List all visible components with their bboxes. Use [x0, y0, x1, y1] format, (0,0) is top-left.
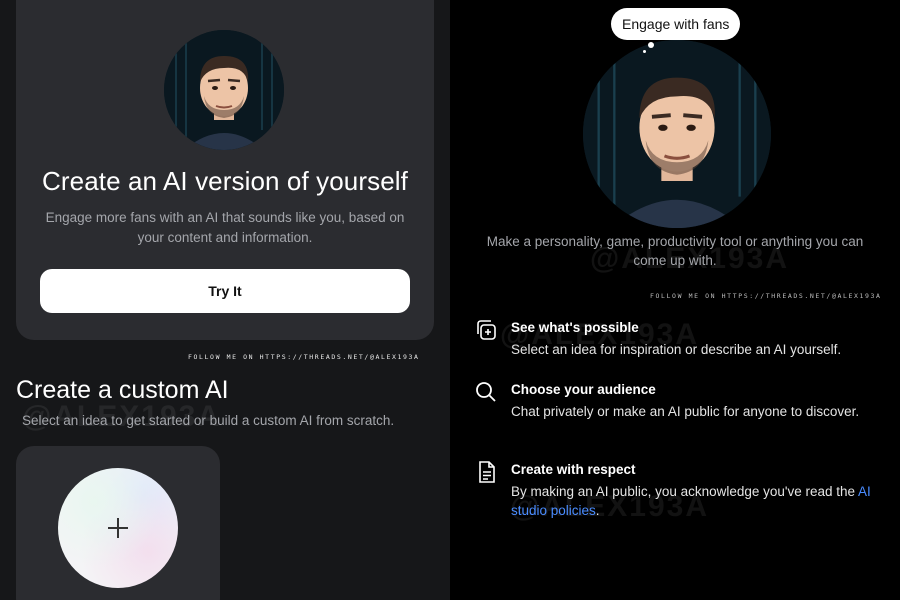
feature-description: By making an AI public, you acknowledge … [511, 482, 881, 520]
feature-description: Select an idea for inspiration or descri… [511, 342, 842, 357]
try-it-button[interactable]: Try It [40, 269, 410, 313]
watermark-text: FOLLOW ME ON HTTPS://THREADS.NET/@ALEX19… [188, 353, 420, 361]
ai-version-card: Create an AI version of yourself Engage … [16, 0, 434, 340]
speech-bubble: Engage with fans [611, 8, 741, 40]
add-copy-icon [474, 318, 498, 342]
plus-icon [108, 518, 128, 538]
section-description: Select an idea to get started or build a… [22, 413, 395, 428]
search-icon [474, 380, 498, 404]
custom-ai-card[interactable] [16, 446, 220, 600]
feature-title: Create with respect [511, 462, 636, 477]
feature-title: Choose your audience [511, 382, 656, 397]
creator-avatar [164, 30, 284, 150]
left-screen: @ALEX193A @ALEX193A Create an AI ver [0, 0, 450, 600]
feature-description-text: By making an AI public, you acknowledge … [511, 484, 859, 499]
creator-avatar-large [583, 40, 771, 228]
avatar-illustration [164, 30, 284, 150]
avatar-illustration [583, 40, 771, 228]
card-title: Create an AI version of yourself [42, 166, 408, 196]
feature-description-suffix: . [595, 503, 600, 518]
watermark-text: FOLLOW ME ON HTTPS://THREADS.NET/@ALEX19… [650, 292, 882, 300]
right-screen: @ALEX193A @ALEX193A @ALEX193A Engage wit… [450, 0, 900, 600]
section-title: Create a custom AI [16, 376, 229, 404]
card-description: Engage more fans with an AI that sounds … [45, 210, 405, 245]
bubble-tail-dot [648, 42, 654, 48]
bubble-tail-dot [643, 50, 646, 53]
intro-description: Make a personality, game, productivity t… [486, 234, 864, 268]
create-ai-button[interactable] [58, 468, 178, 588]
document-icon [474, 460, 498, 484]
feature-description: Chat privately or make an AI public for … [511, 404, 860, 419]
feature-title: See what's possible [511, 320, 639, 335]
